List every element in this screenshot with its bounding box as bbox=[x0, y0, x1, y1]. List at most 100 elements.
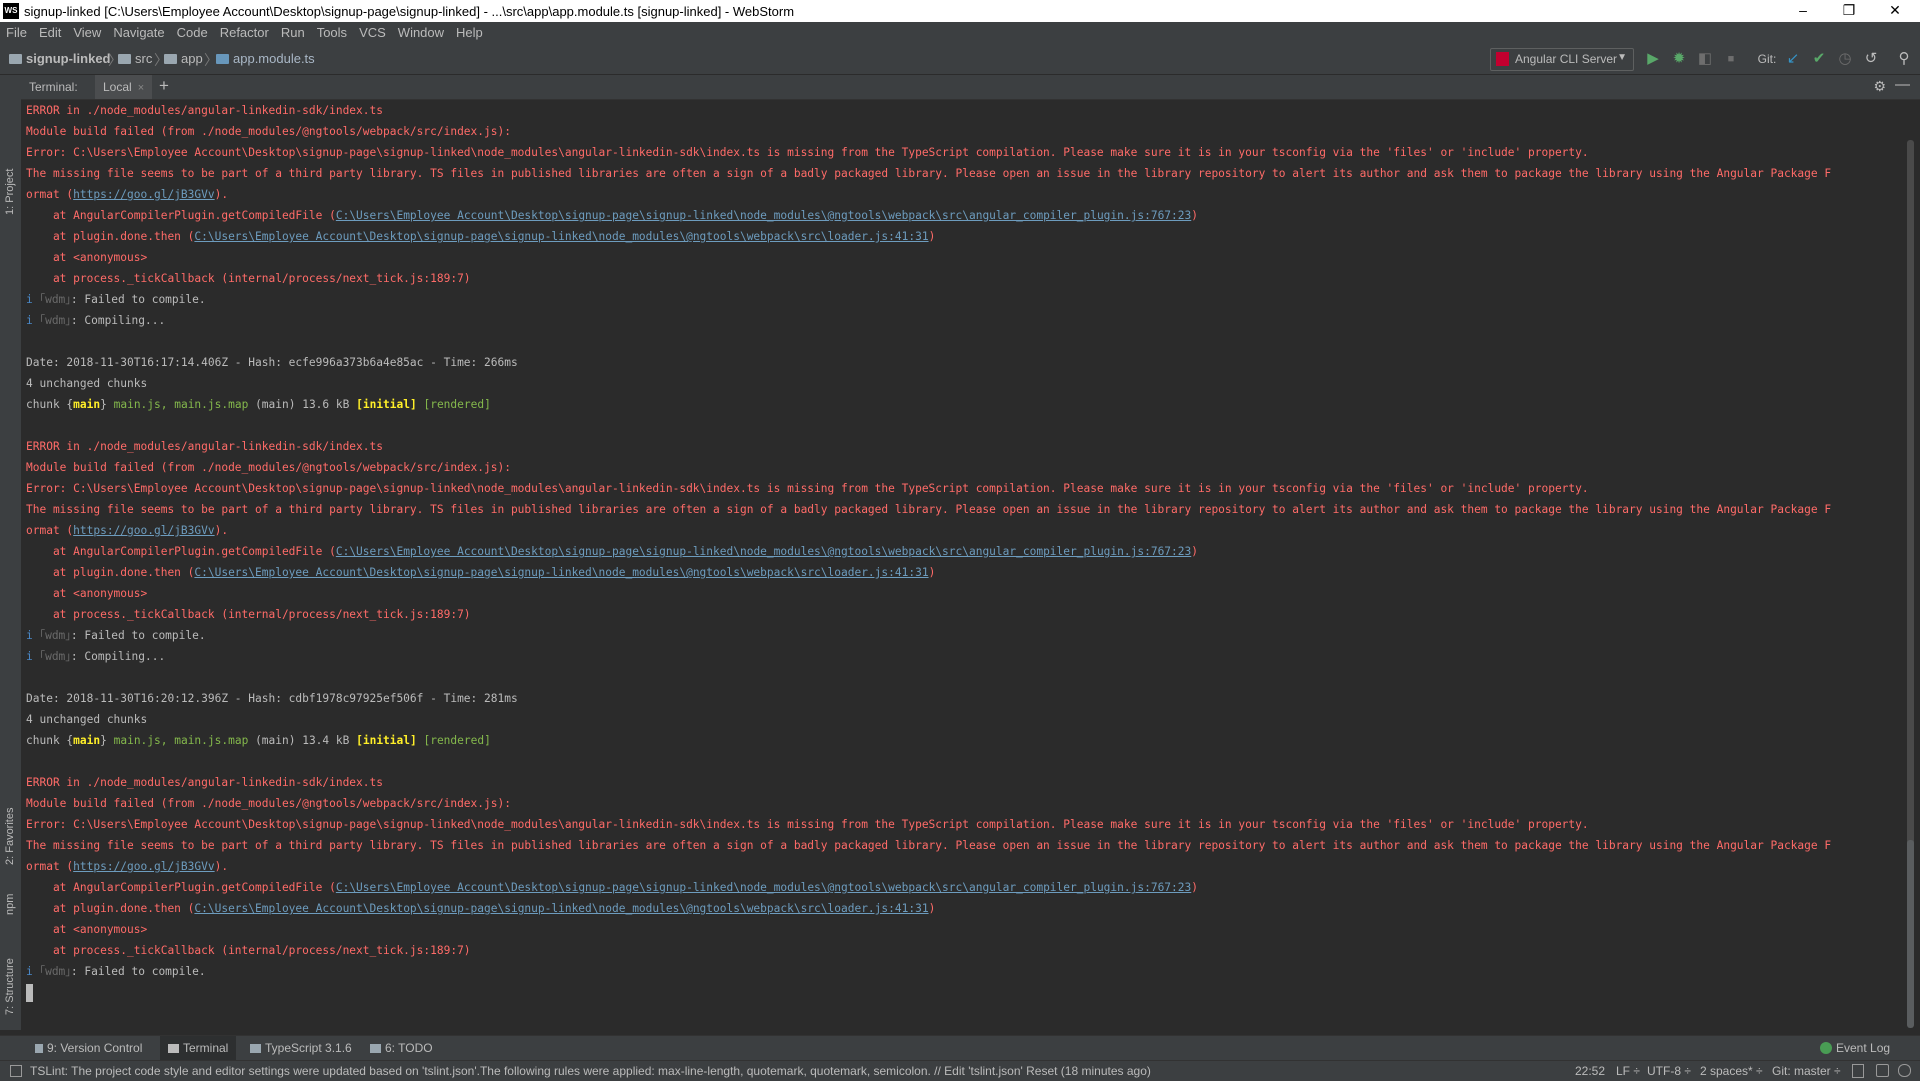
menu-navigate[interactable]: Navigate bbox=[107, 22, 170, 44]
terminal-text: at plugin.done.then ( bbox=[26, 902, 195, 915]
terminal-line: at plugin.done.then (C:\Users\Employee A… bbox=[26, 226, 935, 247]
terminal-text: chunk bbox=[26, 734, 67, 747]
menu-vcs[interactable]: VCS bbox=[353, 22, 392, 44]
memory-indicator-icon[interactable] bbox=[1898, 1064, 1911, 1077]
terminal-link[interactable]: C:\Users\Employee Account\Desktop\signup… bbox=[336, 209, 1191, 222]
breadcrumb-src-label: src bbox=[135, 51, 153, 66]
terminal-text: at AngularCompilerPlugin.getCompiledFile… bbox=[26, 545, 336, 558]
terminal-text: 4 unchanged chunks bbox=[26, 377, 148, 390]
run-configuration-label: Angular CLI Server bbox=[1515, 52, 1618, 66]
revert-icon[interactable]: ↺ bbox=[1861, 49, 1881, 69]
menu-edit[interactable]: Edit bbox=[33, 22, 67, 44]
debug-icon[interactable]: ✹ bbox=[1669, 49, 1689, 69]
inspector-icon[interactable] bbox=[1876, 1064, 1889, 1077]
event-log-tab[interactable]: Event Log bbox=[1820, 1036, 1890, 1061]
caret-position[interactable]: 22:52 bbox=[1575, 1064, 1605, 1078]
breadcrumb-app[interactable]: app bbox=[164, 51, 203, 66]
favorites-tool-tab[interactable]: 2: Favorites bbox=[2, 795, 19, 870]
todo-tool-tab[interactable]: 6: TODO bbox=[370, 1036, 433, 1061]
breadcrumb-file[interactable]: app.module.ts bbox=[216, 51, 315, 66]
new-terminal-button[interactable]: + bbox=[159, 76, 169, 96]
terminal-line: ormat (https://goo.gl/jB3GVv). bbox=[26, 856, 228, 877]
menu-code[interactable]: Code bbox=[171, 22, 214, 44]
vcs-history-icon[interactable]: ◷ bbox=[1835, 49, 1855, 69]
structure-tool-tab[interactable]: 7: Structure bbox=[2, 945, 19, 1020]
menu-refactor[interactable]: Refactor bbox=[214, 22, 275, 44]
menu-help[interactable]: Help bbox=[450, 22, 489, 44]
terminal-text: main.js, main.js.map bbox=[106, 398, 249, 411]
breadcrumb-src[interactable]: src bbox=[118, 51, 152, 66]
menu-window[interactable]: Window bbox=[392, 22, 450, 44]
terminal-text: chunk bbox=[26, 398, 67, 411]
terminal-text: Module build failed (from ./node_modules… bbox=[26, 797, 511, 810]
terminal-link[interactable]: C:\Users\Employee Account\Desktop\signup… bbox=[194, 902, 928, 915]
restore-button[interactable]: ❐ bbox=[1826, 0, 1872, 22]
terminal-link[interactable]: https://goo.gl/jB3GVv bbox=[73, 188, 214, 201]
terminal-text: ormat ( bbox=[26, 524, 74, 537]
run-icon[interactable]: ▶ bbox=[1643, 49, 1663, 69]
terminal-line: i ｢wdm｣: Compiling... bbox=[26, 646, 165, 667]
run-configuration-select[interactable]: Angular CLI Server ▼ bbox=[1490, 48, 1634, 71]
typescript-tool-tab-label: TypeScript 3.1.6 bbox=[265, 1041, 352, 1055]
toggle-tool-windows-icon[interactable] bbox=[10, 1065, 22, 1077]
menu-tools[interactable]: Tools bbox=[311, 22, 353, 44]
terminal-line: Module build failed (from ./node_modules… bbox=[26, 793, 511, 814]
menu-view[interactable]: View bbox=[67, 22, 107, 44]
terminal-link[interactable]: C:\Users\Employee Account\Desktop\signup… bbox=[194, 566, 928, 579]
indent-select[interactable]: 2 spaces* ÷ bbox=[1700, 1064, 1763, 1078]
git-branch-select[interactable]: Git: master ÷ bbox=[1772, 1064, 1841, 1078]
terminal-text: : Failed to compile. bbox=[70, 965, 206, 978]
terminal-line: chunk {main} main.js, main.js.map (main)… bbox=[26, 394, 491, 415]
terminal-text: [rendered] bbox=[416, 398, 491, 411]
terminal-icon bbox=[168, 1044, 179, 1053]
terminal-text: (main) 13.4 kB bbox=[248, 734, 357, 747]
terminal-text: at <anonymous> bbox=[26, 251, 148, 264]
typescript-tool-tab[interactable]: TypeScript 3.1.6 bbox=[250, 1036, 352, 1061]
terminal-line: at plugin.done.then (C:\Users\Employee A… bbox=[26, 562, 935, 583]
terminal-text: at AngularCompilerPlugin.getCompiledFile… bbox=[26, 881, 336, 894]
branch-icon bbox=[35, 1044, 43, 1053]
gear-icon[interactable]: ⚙ bbox=[1873, 78, 1886, 95]
terminal-link[interactable]: C:\Users\Employee Account\Desktop\signup… bbox=[336, 881, 1191, 894]
project-tool-tab-label: 1: Project bbox=[4, 168, 16, 215]
minimize-button[interactable]: – bbox=[1780, 0, 1826, 22]
search-icon[interactable]: ⚲ bbox=[1894, 49, 1914, 69]
angular-icon bbox=[1496, 52, 1509, 66]
lock-icon[interactable] bbox=[1852, 1064, 1864, 1078]
window-titlebar: WS signup-linked [C:\Users\Employee Acco… bbox=[0, 0, 1920, 22]
status-bar: TSLint: The project code style and edito… bbox=[0, 1060, 1920, 1081]
version-control-tab[interactable]: 9: Version Control bbox=[35, 1036, 142, 1061]
status-message[interactable]: TSLint: The project code style and edito… bbox=[30, 1064, 1151, 1078]
terminal-text: at process._tickCallback (internal/proce… bbox=[26, 608, 471, 621]
terminal-scrollbar-thumb[interactable] bbox=[1907, 840, 1914, 1028]
terminal-link[interactable]: C:\Users\Employee Account\Desktop\signup… bbox=[336, 545, 1191, 558]
terminal-text: ｢wdm｣ bbox=[39, 314, 71, 327]
terminal-line: at <anonymous> bbox=[26, 247, 147, 268]
hide-panel-icon[interactable]: — bbox=[1895, 76, 1910, 93]
encoding-select[interactable]: UTF-8 ÷ bbox=[1647, 1064, 1691, 1078]
coverage-icon[interactable]: ◧ bbox=[1695, 49, 1715, 69]
terminal-link[interactable]: https://goo.gl/jB3GVv bbox=[73, 860, 214, 873]
terminal-tab-local[interactable]: Local × bbox=[95, 75, 153, 99]
terminal-text: ERROR in ./node_modules/angular-linkedin… bbox=[26, 104, 383, 117]
menu-run[interactable]: Run bbox=[275, 22, 311, 44]
stop-icon[interactable]: ■ bbox=[1721, 49, 1741, 69]
terminal-tool-tab-label: Terminal bbox=[183, 1041, 229, 1055]
vcs-commit-icon[interactable]: ✔ bbox=[1809, 49, 1829, 69]
npm-tool-tab[interactable]: npm bbox=[2, 885, 19, 925]
terminal-link[interactable]: C:\Users\Employee Account\Desktop\signup… bbox=[194, 230, 928, 243]
terminal-tool-tab[interactable]: Terminal bbox=[160, 1036, 237, 1061]
close-icon[interactable]: × bbox=[138, 82, 144, 94]
terminal-text: ) bbox=[928, 566, 936, 579]
terminal-text: ) bbox=[1191, 881, 1198, 894]
breadcrumb-project[interactable]: signup-linked bbox=[9, 51, 111, 66]
project-tool-tab[interactable]: 1: Project bbox=[2, 160, 19, 230]
vcs-update-icon[interactable]: ↙ bbox=[1783, 49, 1803, 69]
terminal-text: The missing file seems to be part of a t… bbox=[26, 167, 1832, 180]
close-window-button[interactable]: ✕ bbox=[1872, 0, 1918, 22]
line-separator-select[interactable]: LF ÷ bbox=[1616, 1064, 1640, 1078]
menu-file[interactable]: File bbox=[0, 22, 33, 44]
terminal-link[interactable]: https://goo.gl/jB3GVv bbox=[73, 524, 214, 537]
terminal-output[interactable]: ERROR in ./node_modules/angular-linkedin… bbox=[22, 100, 1902, 1032]
terminal-line: Error: C:\Users\Employee Account\Desktop… bbox=[26, 142, 1589, 163]
